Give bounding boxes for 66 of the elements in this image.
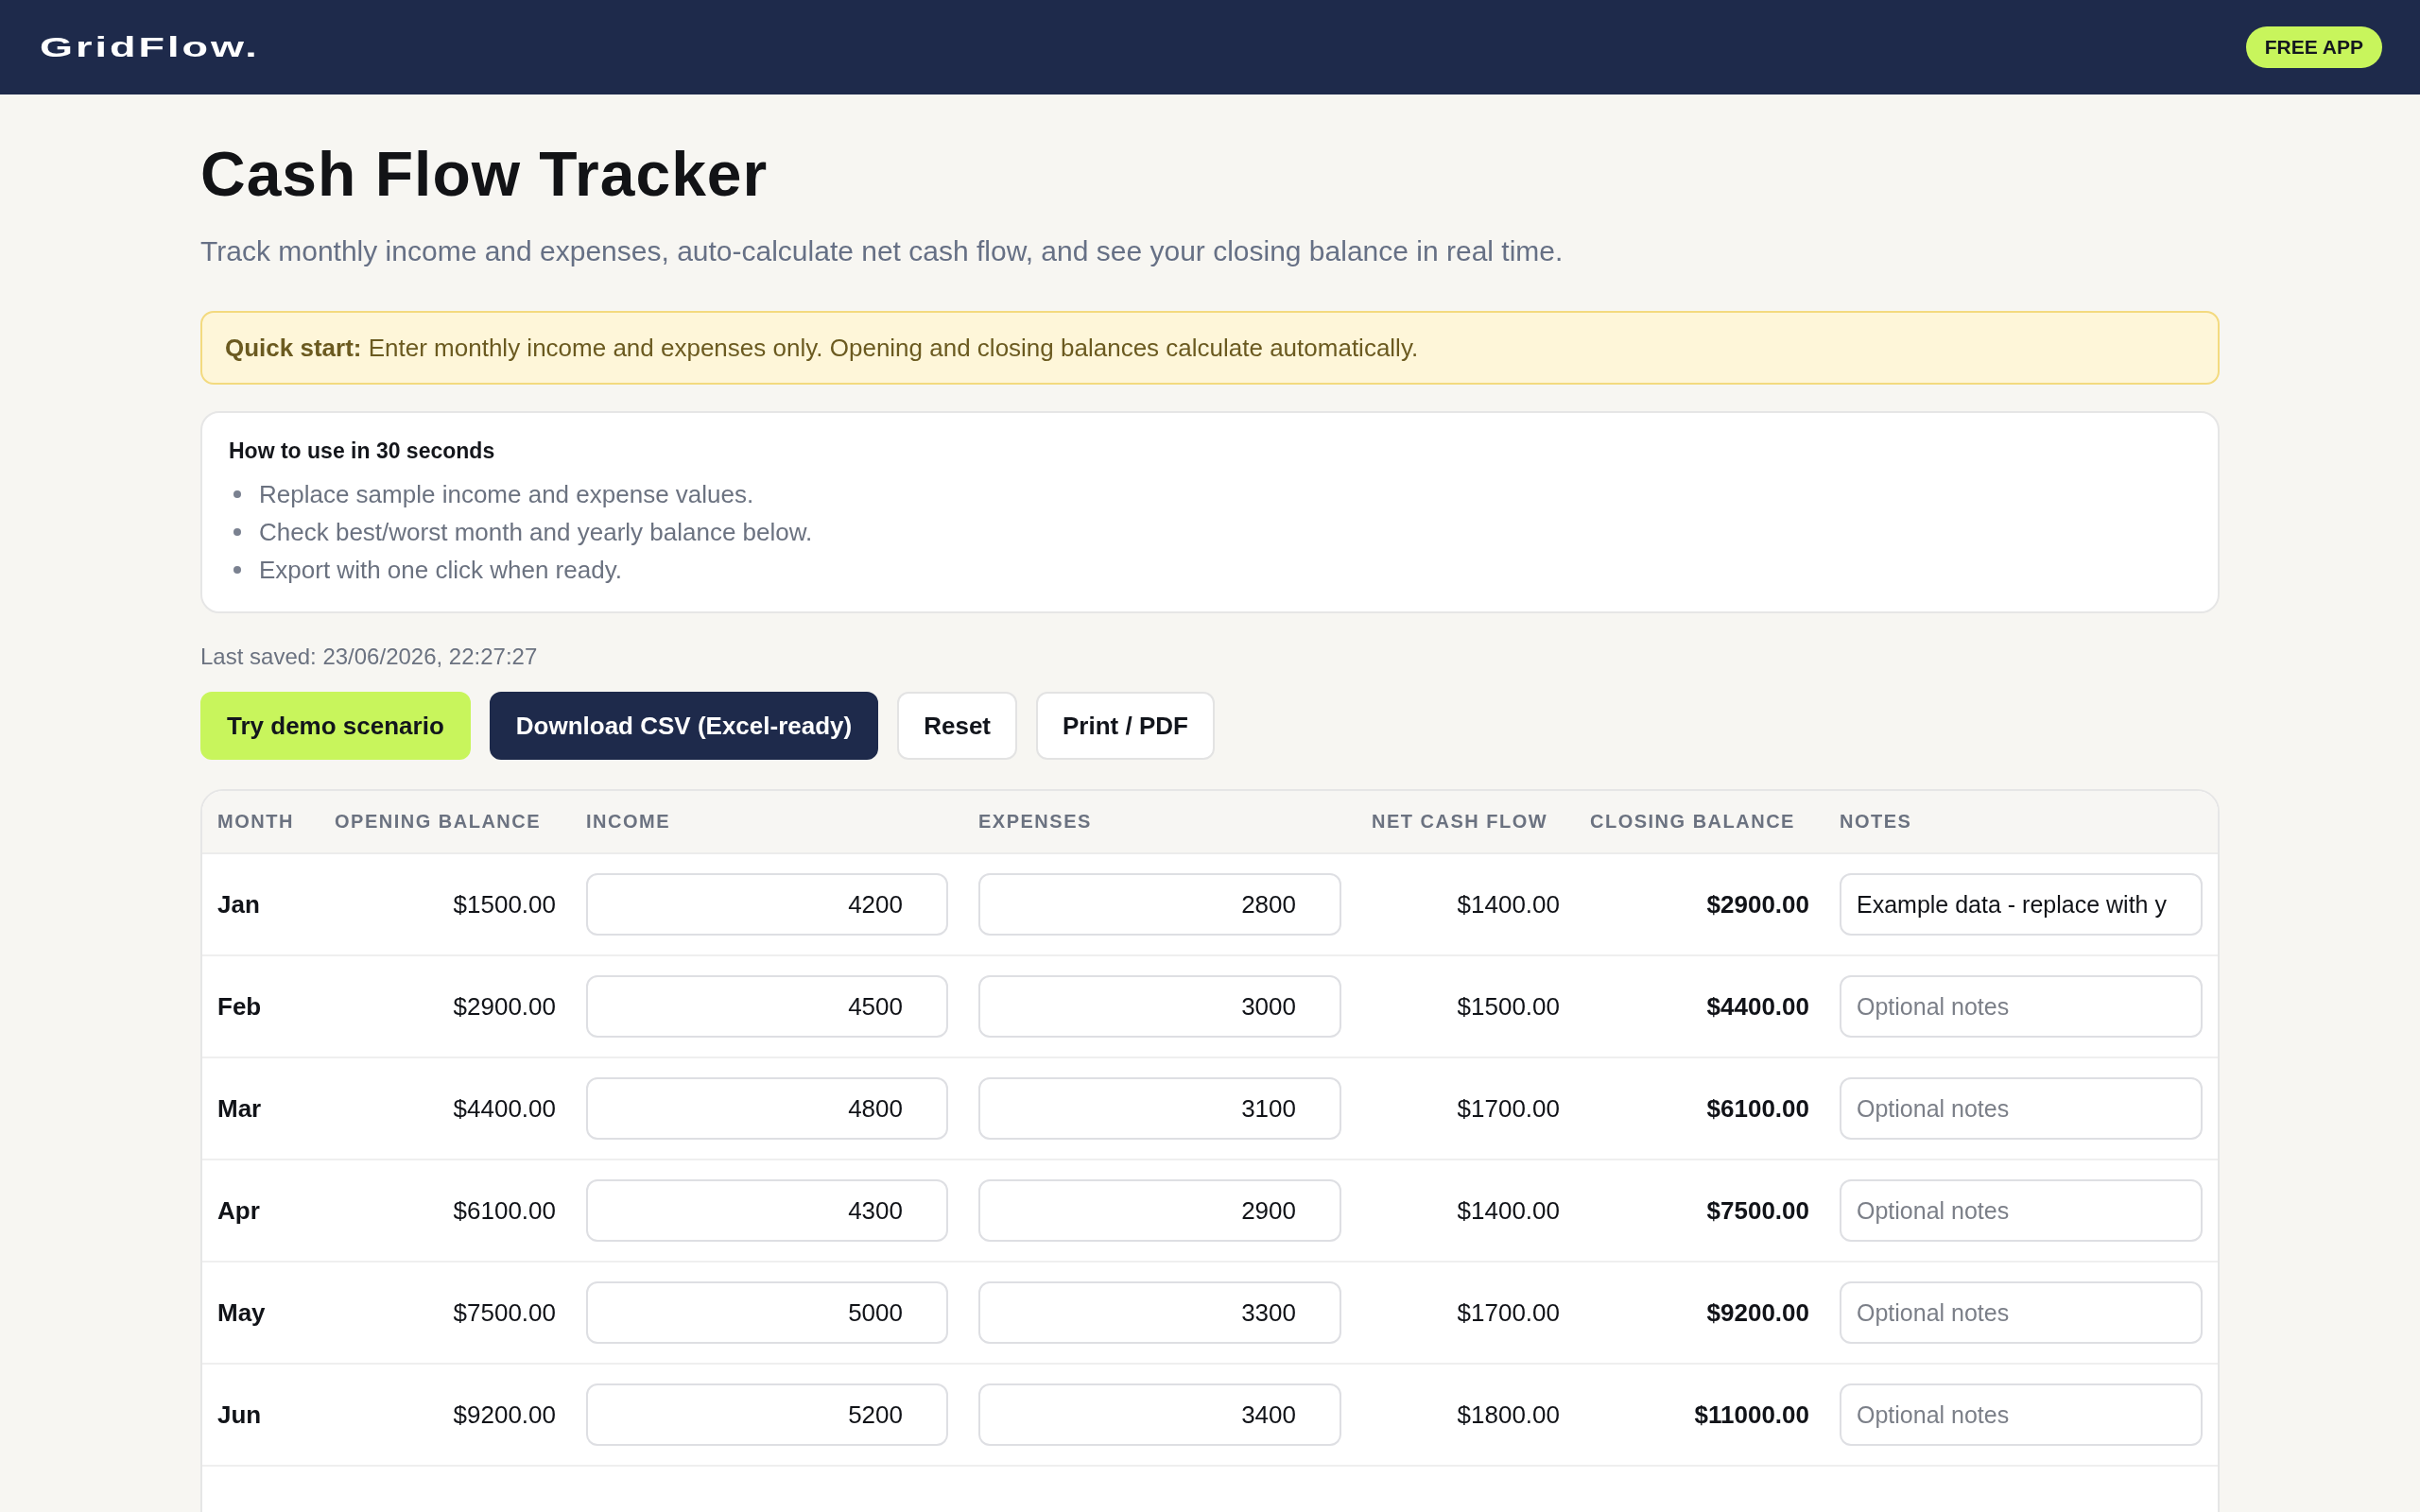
opening-balance-cell-text: $4400.00 bbox=[452, 1093, 557, 1124]
opening-balance-cell-text: $6100.00 bbox=[452, 1195, 557, 1226]
column-header: CLOSING BALANCE bbox=[1589, 811, 1796, 833]
notes-input[interactable]: Optional notes bbox=[1840, 1077, 2203, 1140]
notes-input[interactable]: Optional notes bbox=[1840, 975, 2203, 1038]
closing-balance-cell-text: $7500.00 bbox=[1705, 1195, 1810, 1226]
income-input[interactable]: 4300 bbox=[586, 1179, 948, 1242]
download-button[interactable]: Download CSV (Excel-ready) bbox=[489, 692, 879, 760]
column-header: NET CASH FLOW bbox=[1371, 811, 1549, 833]
month-cell-text: Jun bbox=[216, 1400, 263, 1430]
income-input[interactable]: 5000 bbox=[586, 1281, 948, 1344]
last-saved-text: Last saved: 23/06/2026, 22:27:27 bbox=[200, 643, 539, 671]
expenses-input[interactable]: 2900 bbox=[978, 1179, 1341, 1242]
net-cash-flow-cell-text: $1400.00 bbox=[1456, 889, 1561, 919]
instruction-text: Check best/worst month and yearly balance below. bbox=[259, 517, 813, 547]
quick-start-text: Quick start: Enter monthly income and expenses only. Opening and closing balances calculate automatically. bbox=[225, 333, 1420, 364]
expenses-input[interactable]: 3300 bbox=[978, 1281, 1341, 1344]
closing-balance-cell-text: $6100.00 bbox=[1705, 1093, 1810, 1124]
closing-balance-cell-text: $11000.00 bbox=[1693, 1400, 1810, 1430]
column-header: NOTES bbox=[1839, 811, 1913, 833]
bullet-icon bbox=[233, 566, 241, 574]
action-button[interactable]: Print / PDF bbox=[1036, 692, 1215, 760]
expenses-input[interactable]: 3000 bbox=[978, 975, 1341, 1038]
income-input[interactable]: 4500 bbox=[586, 975, 948, 1038]
notes-input[interactable]: Example data - replace with y bbox=[1840, 873, 2203, 936]
expenses-input[interactable]: 3100 bbox=[978, 1077, 1341, 1140]
notes-input[interactable]: Optional notes bbox=[1840, 1179, 2203, 1242]
column-header: OPENING BALANCE bbox=[334, 811, 543, 833]
expenses-input[interactable]: 2800 bbox=[978, 873, 1341, 936]
column-header: EXPENSES bbox=[977, 811, 1093, 833]
income-input[interactable]: 4800 bbox=[586, 1077, 948, 1140]
closing-balance-cell-text: $9200.00 bbox=[1705, 1297, 1810, 1328]
month-cell-text: May bbox=[216, 1297, 267, 1328]
net-cash-flow-cell-text: $1500.00 bbox=[1456, 991, 1561, 1022]
instruction-text: Export with one click when ready. bbox=[259, 555, 622, 585]
how-to-title: How to use in 30 seconds bbox=[229, 438, 496, 465]
net-cash-flow-cell-text: $1700.00 bbox=[1456, 1093, 1561, 1124]
income-input[interactable]: 4200 bbox=[586, 873, 948, 936]
closing-balance-cell-text: $4400.00 bbox=[1705, 991, 1810, 1022]
demo-button[interactable]: Try demo scenario bbox=[200, 692, 471, 760]
page-title: Cash Flow Tracker bbox=[200, 141, 769, 207]
opening-balance-cell-text: $9200.00 bbox=[452, 1400, 557, 1430]
month-cell-text: Mar bbox=[216, 1093, 263, 1124]
instruction-text: Replace sample income and expense values. bbox=[259, 479, 754, 509]
bullet-icon bbox=[233, 528, 241, 536]
month-cell-text: Feb bbox=[216, 991, 263, 1022]
closing-balance-cell-text: $2900.00 bbox=[1705, 889, 1810, 919]
net-cash-flow-cell-text: $1800.00 bbox=[1456, 1400, 1561, 1430]
action-button[interactable]: Reset bbox=[897, 692, 1017, 760]
opening-balance-cell-text: $1500.00 bbox=[452, 889, 557, 919]
page-subtitle: Track monthly income and expenses, auto-calculate net cash flow, and see your closing balance in real time. bbox=[200, 234, 1564, 268]
column-header: INCOME bbox=[585, 811, 671, 833]
notes-input[interactable]: Optional notes bbox=[1840, 1281, 2203, 1344]
notes-input[interactable]: Optional notes bbox=[1840, 1383, 2203, 1446]
expenses-input[interactable]: 3400 bbox=[978, 1383, 1341, 1446]
month-cell-text: Apr bbox=[216, 1195, 261, 1226]
month-cell-text: Jan bbox=[216, 889, 261, 919]
logo[interactable]: GridFlow. bbox=[40, 33, 260, 61]
net-cash-flow-cell-text: $1700.00 bbox=[1456, 1297, 1561, 1328]
plan-badge: FREE APP bbox=[2245, 26, 2382, 68]
net-cash-flow-cell-text: $1400.00 bbox=[1456, 1195, 1561, 1226]
column-header: MONTH bbox=[216, 811, 295, 833]
income-input[interactable]: 5200 bbox=[586, 1383, 948, 1446]
opening-balance-cell-text: $2900.00 bbox=[452, 991, 557, 1022]
bullet-icon bbox=[233, 490, 241, 498]
opening-balance-cell-text: $7500.00 bbox=[452, 1297, 557, 1328]
